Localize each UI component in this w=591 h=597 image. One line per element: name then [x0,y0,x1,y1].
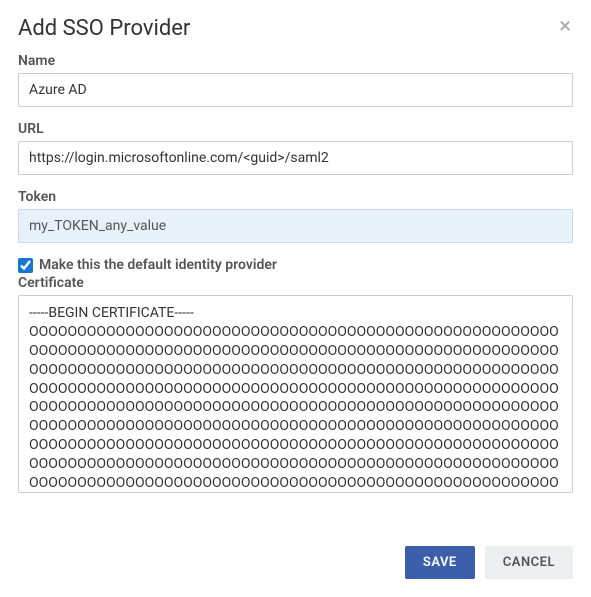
url-input[interactable] [18,141,573,175]
token-input[interactable] [18,209,573,243]
default-provider-checkbox[interactable] [18,258,33,273]
url-label: URL [18,121,573,137]
name-label: Name [18,53,573,69]
name-field-group: Name [18,53,573,107]
dialog-body: Name URL Token Make this the default ide… [0,53,591,530]
close-icon[interactable]: × [557,16,573,38]
default-provider-row: Make this the default identity provider [18,257,573,273]
cancel-button[interactable]: CANCEL [485,546,573,579]
default-provider-label: Make this the default identity provider [39,257,277,273]
token-label: Token [18,189,573,205]
save-button[interactable]: SAVE [405,546,475,579]
certificate-label: Certificate [18,275,573,291]
dialog-footer: SAVE CANCEL [0,530,591,597]
sso-provider-dialog: Add SSO Provider × Name URL Token Make t… [0,0,591,597]
dialog-title: Add SSO Provider [18,16,190,41]
certificate-textarea[interactable] [18,295,573,493]
token-field-group: Token [18,189,573,243]
url-field-group: URL [18,121,573,175]
dialog-header: Add SSO Provider × [0,0,591,53]
name-input[interactable] [18,73,573,107]
